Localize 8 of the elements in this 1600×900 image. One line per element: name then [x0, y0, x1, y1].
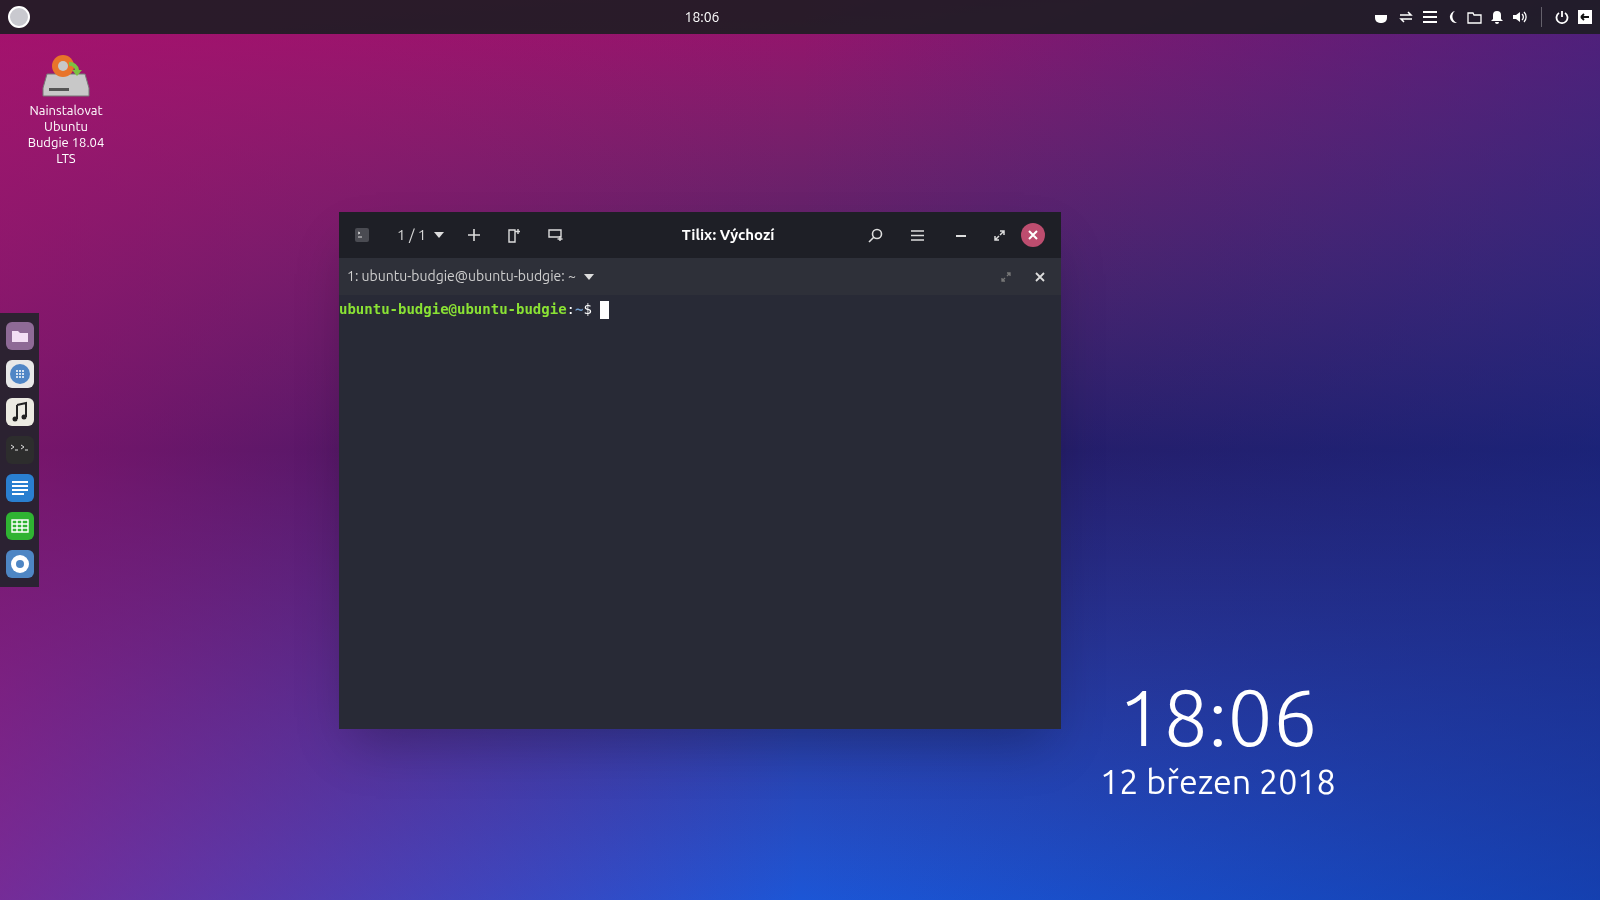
- window-title: Tilix: Výchozí: [681, 224, 775, 245]
- desktop-clock-time: 18:06: [1118, 676, 1318, 756]
- terminal-title-menu[interactable]: 1: ubuntu-budgie@ubuntu-budgie: ~: [347, 266, 594, 287]
- panel-clock[interactable]: 18:06: [684, 6, 720, 28]
- desktop-clock-date: 12 březen 2018: [1100, 761, 1336, 802]
- prompt-text: ubuntu-budgie@ubuntu-budgie:~$: [339, 300, 592, 319]
- desktop-icon-label[interactable]: Nainstalovat Ubuntu Budgie 18.04 LTS: [26, 102, 106, 166]
- session-switcher[interactable]: 1 / 1: [397, 223, 445, 247]
